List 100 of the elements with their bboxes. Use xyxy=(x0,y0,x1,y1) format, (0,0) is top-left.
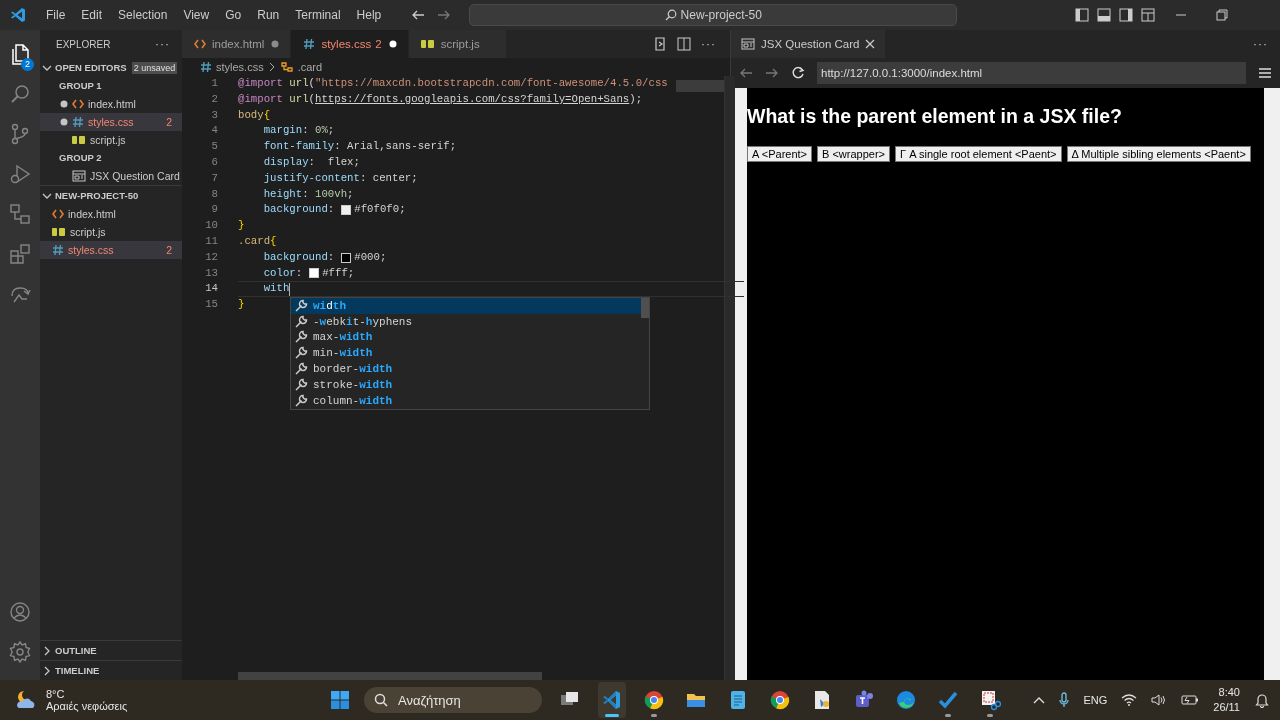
snipping-tool-icon[interactable] xyxy=(979,689,1001,711)
date-text[interactable]: 26/11 xyxy=(1213,700,1240,715)
open-editor-item[interactable]: script.js xyxy=(40,131,182,149)
menu-item[interactable]: Run xyxy=(249,8,288,22)
sidebar-toggle-icon[interactable] xyxy=(1075,8,1089,22)
edge-browser-icon[interactable] xyxy=(895,689,917,711)
open-editor-item[interactable]: index.html xyxy=(40,95,182,113)
wifi-icon[interactable] xyxy=(1121,694,1138,706)
battery-icon[interactable] xyxy=(1181,694,1200,706)
section-header[interactable]: TIMELINE xyxy=(55,665,100,676)
scrollbar-thumb[interactable] xyxy=(641,298,649,318)
more-actions-button[interactable]: ··· xyxy=(701,37,716,51)
code-line: height: 100vh; xyxy=(263,186,354,202)
suggestion-item[interactable]: max-width xyxy=(291,329,649,346)
preview-tab[interactable]: JSX Question Card xyxy=(731,30,886,58)
address-field[interactable]: http://127.0.0.1:3000/index.html xyxy=(817,62,1246,84)
menu-item[interactable]: Terminal xyxy=(287,8,349,22)
checkmark-icon[interactable] xyxy=(937,689,959,711)
code-line: } xyxy=(238,297,245,313)
open-preview-icon[interactable] xyxy=(653,37,667,51)
wrench-icon xyxy=(294,377,308,392)
reload-icon[interactable] xyxy=(791,66,805,80)
restore-icon[interactable] xyxy=(1216,9,1228,21)
line-number: 2 xyxy=(210,91,218,107)
menu-item[interactable]: Help xyxy=(348,8,390,22)
menu-item[interactable]: File xyxy=(38,8,74,22)
section-header[interactable]: OPEN EDITORS xyxy=(55,62,127,73)
suggestion-item[interactable]: -webkit-hyphens xyxy=(291,313,649,330)
command-center[interactable]: New-project-50 xyxy=(469,4,958,26)
time-text[interactable]: 8:40 xyxy=(1218,685,1240,700)
forward-arrow-icon[interactable] xyxy=(437,9,452,21)
suggestion-item[interactable]: min-width xyxy=(291,345,649,362)
browser-icon[interactable] xyxy=(643,689,665,711)
menu-item[interactable]: View xyxy=(175,8,218,22)
answer-button[interactable]: Δ Multiple sibling elements <Paent> xyxy=(1066,146,1251,162)
browser-icon[interactable] xyxy=(769,689,791,711)
tree-item[interactable]: index.html xyxy=(40,205,182,223)
line-number: 5 xyxy=(210,139,218,155)
remote-explorer-icon[interactable] xyxy=(8,202,32,226)
line-number: 13 xyxy=(204,265,218,281)
tree-item[interactable]: script.js xyxy=(40,223,182,241)
editor-tab[interactable]: index.html xyxy=(182,30,292,58)
code-line: color: xyxy=(263,265,303,281)
run-debug-icon[interactable] xyxy=(8,162,32,186)
more-actions-button[interactable]: ··· xyxy=(155,37,170,51)
chevron-up-icon[interactable] xyxy=(1033,696,1046,704)
editor-tab[interactable]: script.js xyxy=(408,30,507,58)
more-actions-button[interactable]: ··· xyxy=(1253,37,1268,51)
code-editor-icon[interactable] xyxy=(601,689,623,711)
breadcrumb-item[interactable]: styles.css xyxy=(216,61,264,73)
preview-icon xyxy=(741,38,755,50)
code-line: .card{ xyxy=(238,233,277,249)
split-editor-icon[interactable] xyxy=(677,37,691,51)
breadcrumb-item[interactable]: .card xyxy=(297,61,323,73)
account-icon[interactable] xyxy=(8,600,32,624)
close-icon[interactable] xyxy=(865,39,876,49)
extensions-icon[interactable] xyxy=(8,242,32,266)
answer-button[interactable]: Γ A single root element <Paent> xyxy=(895,146,1062,162)
wrench-icon xyxy=(294,298,308,313)
preview-icon xyxy=(72,170,86,182)
forward-arrow-icon[interactable] xyxy=(765,67,779,79)
microphone-icon[interactable] xyxy=(1059,692,1070,708)
secondary-sidebar-icon[interactable] xyxy=(1119,8,1133,22)
search-field[interactable]: Αναζήτηση xyxy=(364,687,542,713)
answer-button[interactable]: B <wrapper> xyxy=(817,146,891,162)
menu-item[interactable]: Go xyxy=(217,8,250,22)
layout-icon[interactable] xyxy=(1141,8,1155,22)
suggestion-item[interactable]: column-width xyxy=(291,392,649,409)
suggestion-item[interactable]: border-width xyxy=(291,361,649,377)
scrollbar-thumb[interactable] xyxy=(238,672,542,680)
angle-brackets-icon xyxy=(52,208,64,220)
tree-item[interactable]: styles.css 2 xyxy=(40,241,182,259)
color-swatch[interactable] xyxy=(309,268,320,279)
section-header[interactable]: NEW-PROJECT-50 xyxy=(55,190,139,201)
section-header[interactable]: OUTLINE xyxy=(55,645,97,656)
scrollbar[interactable] xyxy=(724,76,735,680)
menu-icon[interactable] xyxy=(1258,67,1272,79)
panel-toggle-icon[interactable] xyxy=(1097,8,1111,22)
open-editor-item[interactable]: styles.css 2 xyxy=(40,113,182,131)
search-input[interactable]: Αναζήτηση xyxy=(396,691,540,709)
suggestion-item[interactable]: stroke-width xyxy=(291,377,649,393)
notification-bell-icon[interactable] xyxy=(1254,692,1270,708)
suggestion-item[interactable]: width xyxy=(291,298,642,314)
settings-icon[interactable] xyxy=(8,640,32,664)
answer-button[interactable]: A <Parent> xyxy=(747,146,813,162)
text-cursor xyxy=(289,282,291,296)
menu-item[interactable]: Edit xyxy=(73,8,111,22)
js-file-icon xyxy=(72,135,86,145)
volume-icon[interactable] xyxy=(1151,694,1168,706)
open-editor-item[interactable]: JSX Question Card xyxy=(40,167,182,185)
editor-tab[interactable]: styles.css 2 xyxy=(291,30,409,58)
language-indicator[interactable]: ENG xyxy=(1083,694,1108,706)
unsaved-dot-icon[interactable] xyxy=(271,40,280,48)
color-swatch[interactable] xyxy=(341,205,352,216)
start-icon[interactable] xyxy=(330,690,350,710)
menu-item[interactable]: Selection xyxy=(110,8,176,22)
back-arrow-icon[interactable] xyxy=(411,9,426,21)
unsaved-dot-icon[interactable] xyxy=(388,40,397,48)
color-swatch[interactable] xyxy=(341,252,352,263)
js-file-icon xyxy=(420,39,435,49)
